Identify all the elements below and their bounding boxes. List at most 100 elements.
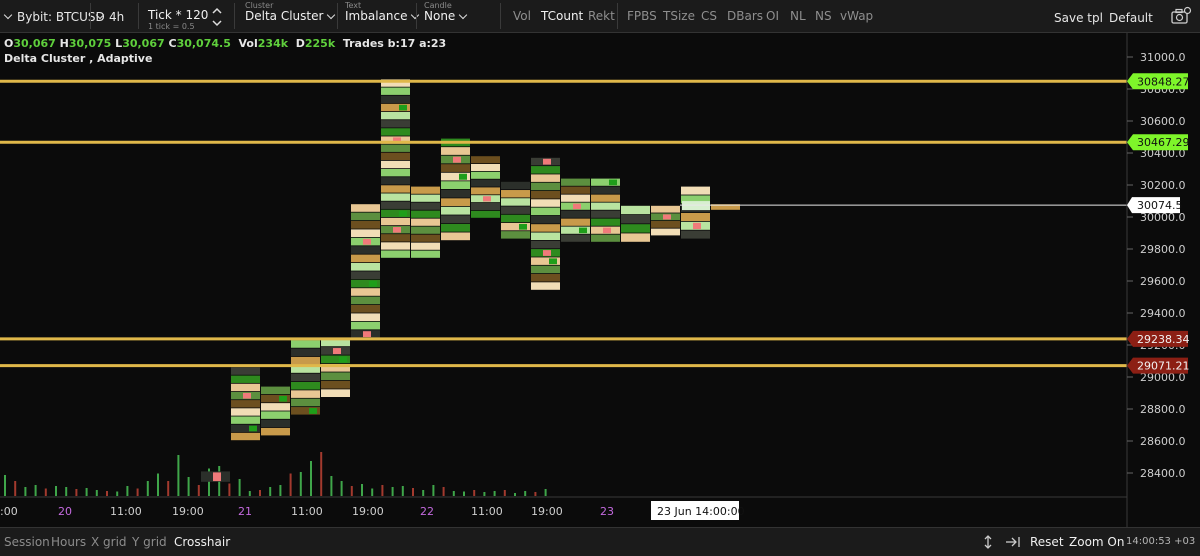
cluster-cell (321, 380, 350, 389)
cluster-select[interactable]: Cluster Delta Cluster (245, 0, 336, 33)
toggle-tsize[interactable]: TSize (663, 9, 695, 23)
volume-bar (116, 491, 119, 496)
imbalance-marker (309, 408, 317, 414)
cluster-cell (441, 147, 470, 155)
imbalance-marker (399, 104, 407, 111)
cluster-cell (351, 229, 380, 237)
cluster-cell (471, 203, 500, 210)
reset-button[interactable]: Reset (1030, 535, 1064, 549)
imbalance-marker (483, 196, 491, 202)
volume-bar (350, 486, 353, 496)
ygrid-toggle[interactable]: Y grid (132, 535, 167, 549)
imbalance-marker (243, 392, 251, 399)
toggle-nl[interactable]: NL (790, 9, 806, 23)
stepper-arrows-icon[interactable] (212, 5, 222, 29)
toggle-cs[interactable]: CS (701, 9, 717, 23)
imbalance-marker (519, 223, 527, 230)
volume-bar (320, 452, 323, 496)
chevron-down-icon (3, 10, 13, 19)
cluster-cell (231, 408, 260, 416)
volume-bar (524, 491, 527, 496)
volume-bar (391, 487, 394, 496)
tick-stepper[interactable]: Tick * 120 1 tick = 0.5 (148, 0, 233, 33)
cluster-cell (321, 372, 350, 381)
hours-toggle[interactable]: Hours (51, 535, 86, 549)
cluster-cell (441, 181, 470, 189)
cluster-cell (381, 217, 410, 226)
cluster-cell (351, 263, 380, 271)
imbalance-marker (549, 258, 557, 265)
volume-bar (432, 485, 435, 496)
toggle-oi[interactable]: OI (766, 9, 779, 23)
volume-bar (136, 488, 139, 496)
toggle-vol[interactable]: Vol (513, 9, 531, 23)
volume-bar (44, 488, 47, 496)
cluster-cell (471, 164, 500, 171)
toggle-ns[interactable]: NS (815, 9, 832, 23)
cluster-cell (351, 313, 380, 321)
divider (500, 3, 501, 29)
toggle-dbars[interactable]: DBars (727, 9, 763, 23)
volume-bar (157, 473, 159, 496)
volume-bar (412, 488, 414, 496)
crosshair-toggle[interactable]: Crosshair (174, 535, 230, 549)
timeframe-select[interactable]: 4h (95, 0, 124, 33)
text-select[interactable]: Text Imbalance (345, 0, 420, 33)
cluster-cell (411, 218, 440, 226)
cluster-cell (651, 221, 680, 228)
cluster-cell (381, 185, 410, 193)
tick-sub-label: 1 tick = 0.5 (148, 22, 195, 31)
zoom-toggle[interactable]: Zoom On (1069, 535, 1124, 549)
toggle-fpbs[interactable]: FPBS (627, 9, 657, 23)
vol-value: 234k (257, 37, 289, 50)
volume-bar (177, 455, 180, 496)
scroll-to-end-icon[interactable] (1005, 535, 1021, 549)
imbalance-marker (393, 227, 401, 233)
volume-bar (14, 481, 17, 496)
toggle-tcount[interactable]: TCount (541, 9, 583, 23)
imbalance-marker (453, 156, 461, 163)
imbalance-marker (603, 227, 611, 234)
volume-bar (544, 489, 547, 496)
imbalance-marker (249, 425, 257, 432)
imbalance-marker (339, 356, 347, 363)
volume-bar (228, 483, 231, 496)
vertical-resize-icon[interactable] (982, 534, 994, 550)
cluster-cell (471, 171, 500, 179)
footprint-chart[interactable]: 31000.030800.030600.030400.030200.030000… (0, 33, 1200, 527)
time-tick-label: 19:00 (172, 505, 204, 518)
session-toggle[interactable]: Session (4, 535, 50, 549)
camera-settings-icon[interactable] (1170, 6, 1192, 26)
cluster-cell (441, 206, 470, 215)
imbalance-marker (279, 395, 287, 402)
cluster-cell (441, 198, 470, 207)
cluster-cell (411, 242, 440, 250)
cluster-cell (531, 240, 560, 249)
cluster-cell (411, 210, 440, 218)
cluster-cell (351, 305, 380, 313)
cluster-cell (621, 224, 650, 233)
xgrid-toggle[interactable]: X grid (91, 535, 127, 549)
volume-bar (55, 486, 57, 496)
candle-select[interactable]: Candle None (424, 0, 479, 33)
volume-bar (65, 487, 68, 496)
cluster-cell (501, 206, 530, 214)
toggle-rekt[interactable]: Rekt (588, 9, 615, 23)
cluster-cell (351, 254, 380, 263)
cluster-cell (411, 194, 440, 202)
cluster-cell (381, 234, 410, 242)
volume-bar (361, 484, 363, 496)
cluster-cell (531, 224, 560, 232)
cluster-cell (291, 348, 320, 357)
cluster-cell (351, 271, 380, 279)
toggle-vwap[interactable]: vWap (840, 9, 873, 23)
cluster-cell (501, 190, 530, 198)
default-button[interactable]: Default (1109, 11, 1153, 25)
cluster-cell (381, 169, 410, 177)
save-tpl-button[interactable]: Save tpl (1054, 11, 1103, 25)
cluster-cell (381, 250, 410, 258)
cluster-cell (441, 215, 470, 224)
high-key: H (59, 37, 69, 50)
cluster-cell (651, 205, 680, 213)
divider (416, 3, 417, 29)
